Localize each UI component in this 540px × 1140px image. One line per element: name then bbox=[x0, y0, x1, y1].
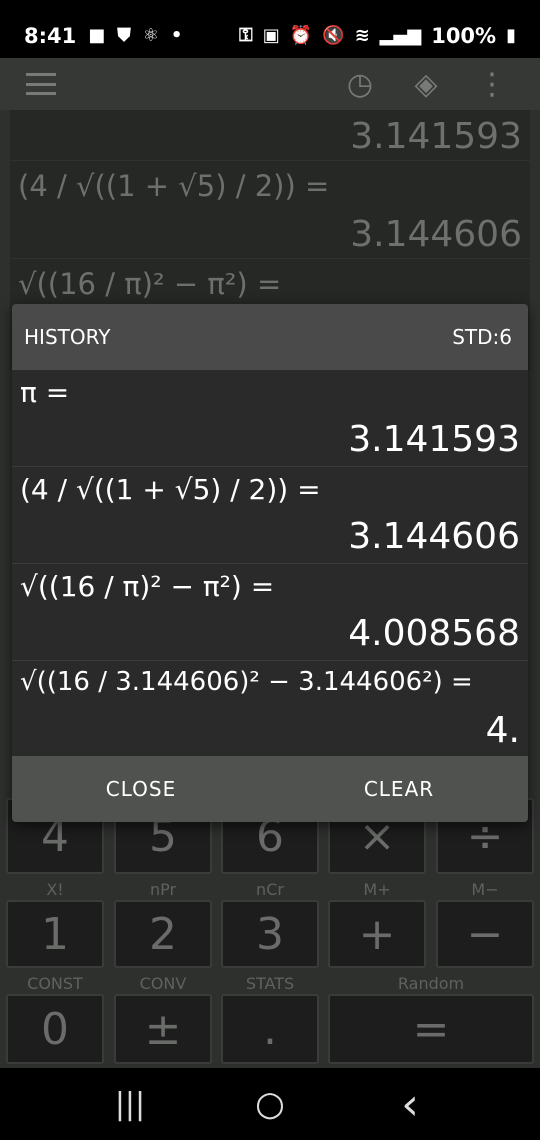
key-plus[interactable]: + bbox=[328, 900, 426, 968]
history-expression: (4 / √((1 + √5) / 2)) = bbox=[20, 473, 321, 506]
history-entry[interactable]: √((16 / π)² − π²) = 4.008568 bbox=[12, 564, 528, 661]
history-clock-icon[interactable]: ◷ bbox=[338, 67, 382, 102]
dialog-header: HISTORY STD:6 bbox=[12, 304, 528, 370]
history-entry[interactable]: (4 / √((1 + √5) / 2)) = 3.144606 bbox=[12, 467, 528, 564]
fn-const: CONST bbox=[27, 974, 83, 993]
home-button[interactable]: ○ bbox=[230, 1084, 310, 1124]
clear-button[interactable]: CLEAR bbox=[270, 756, 528, 822]
close-button[interactable]: CLOSE bbox=[12, 756, 270, 822]
overflow-menu-icon[interactable]: ⋮ bbox=[470, 67, 514, 102]
menu-icon[interactable] bbox=[26, 73, 56, 95]
key-3[interactable]: 3 bbox=[221, 900, 319, 968]
battery-icon: ▮ bbox=[506, 25, 516, 46]
mute-icon: 🔇 bbox=[322, 25, 345, 46]
fn-random: Random bbox=[397, 974, 465, 993]
layers-icon[interactable]: ◈ bbox=[404, 67, 448, 102]
key-2[interactable]: 2 bbox=[114, 900, 212, 968]
history-entry[interactable]: π = 3.141593 bbox=[12, 370, 528, 467]
navigation-bar: ||| ○ ‹ bbox=[0, 1068, 540, 1140]
toolbar: ◷ ◈ ⋮ bbox=[0, 58, 540, 110]
history-dialog: HISTORY STD:6 π = 3.141593 (4 / √((1 + √… bbox=[12, 304, 528, 822]
wifi-icon: ≋ bbox=[354, 25, 370, 46]
alarm-icon: ⏰ bbox=[289, 25, 313, 46]
history-entry[interactable]: √((16 / 3.144606)² − 3.144606²) = 4. bbox=[12, 661, 528, 757]
dialog-title: HISTORY bbox=[24, 325, 111, 349]
history-result: 3.141593 bbox=[348, 419, 520, 460]
fn-stats: STATS bbox=[245, 974, 295, 993]
display-mode: STD:6 bbox=[452, 325, 512, 349]
shield-icon: ⛊ bbox=[117, 25, 131, 46]
fn-npr: nPr bbox=[149, 880, 177, 899]
fn-ncr: nCr bbox=[256, 880, 284, 899]
fn-memory-minus: M− bbox=[471, 880, 499, 899]
fn-conv: CONV bbox=[139, 974, 187, 993]
back-button[interactable]: ‹ bbox=[370, 1079, 450, 1130]
battery-saver-icon: ▣ bbox=[262, 25, 280, 46]
dialog-footer: CLOSE CLEAR bbox=[12, 756, 528, 822]
key-icon: ⚿ bbox=[239, 25, 253, 46]
dot-icon: • bbox=[170, 25, 183, 46]
video-icon: ■ bbox=[88, 25, 106, 46]
signal-icon: ▂▄▆ bbox=[379, 25, 422, 46]
fn-memory-plus: M+ bbox=[363, 880, 391, 899]
history-expression: √((16 / π)² − π²) = bbox=[10, 258, 530, 306]
key-minus[interactable]: − bbox=[436, 900, 534, 968]
history-value: 3.144606 bbox=[350, 214, 522, 255]
clock: 8:41 bbox=[24, 24, 77, 48]
history-result: 4.008568 bbox=[348, 613, 520, 654]
key-equals[interactable]: = bbox=[328, 994, 534, 1064]
history-expression: (4 / √((1 + √5) / 2)) = bbox=[10, 160, 530, 208]
key-0[interactable]: 0 bbox=[6, 994, 104, 1064]
history-expression: √((16 / 3.144606)² − 3.144606²) = bbox=[20, 667, 473, 697]
history-result: 4. bbox=[485, 710, 520, 751]
key-1[interactable]: 1 bbox=[6, 900, 104, 968]
history-result: 3.144606 bbox=[348, 516, 520, 557]
fn-factorial: X! bbox=[46, 880, 64, 899]
history-expression: π = bbox=[20, 376, 70, 409]
recents-button[interactable]: ||| bbox=[90, 1087, 170, 1122]
key-plus-minus[interactable]: ± bbox=[114, 994, 212, 1064]
atom-icon: ⚛ bbox=[142, 25, 159, 46]
battery-percent: 100% bbox=[431, 24, 497, 48]
history-value: 3.141593 bbox=[350, 116, 522, 157]
key-decimal[interactable]: . bbox=[221, 994, 319, 1064]
history-expression: √((16 / π)² − π²) = bbox=[20, 570, 275, 603]
